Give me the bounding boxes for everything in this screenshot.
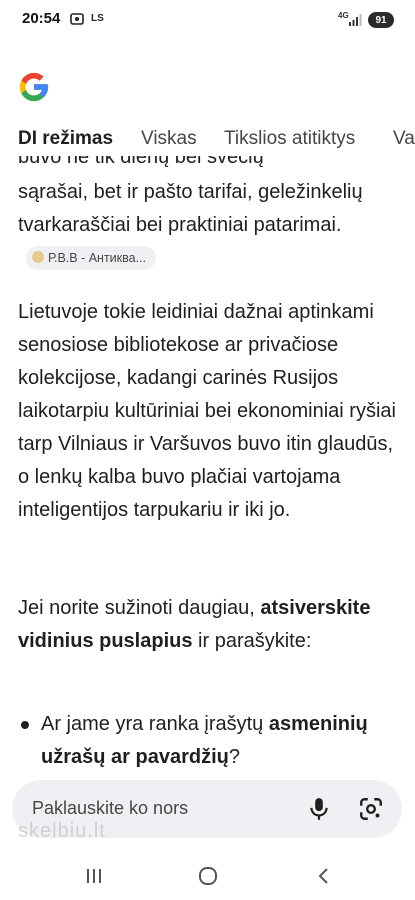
back-icon[interactable] [312, 864, 336, 888]
paragraph-3: Jei norite sužinoti daugiau, atsiverskit… [18, 592, 403, 658]
status-time: 20:54 [22, 10, 61, 27]
source-chip-label: Р.В.В - Антиква... [48, 251, 146, 265]
tab-viskas[interactable]: Viskas [141, 128, 197, 150]
tab-di-rezimas[interactable]: DI režimas [18, 128, 113, 150]
battery-level: 91 [375, 14, 387, 26]
paragraph-1-text: sąrašai, bet ir pašto tarifai, geležinke… [18, 181, 363, 236]
network-type: 4G [338, 11, 349, 20]
ai-answer-content: buvo ne tik dienų bei svečių sąrašai, be… [0, 156, 415, 776]
source-favicon-icon [32, 251, 44, 263]
search-input[interactable]: Paklauskite ko nors [32, 798, 188, 819]
status-bar: 20:54 LS 4G 91 [0, 0, 415, 38]
home-icon[interactable] [196, 864, 220, 888]
list-item-start: Ar jame yra ranka įrašytų [41, 713, 269, 735]
google-lens-icon[interactable] [358, 796, 384, 822]
status-ls: LS [91, 13, 104, 24]
battery-indicator: 91 [368, 12, 394, 28]
bullet-dot [21, 721, 29, 729]
watermark: skelbiu.lt [18, 820, 106, 842]
search-tabs: DI režimas Viskas Tikslios atitiktys Va [0, 124, 415, 154]
source-chip[interactable]: Р.В.В - Антиква... [26, 246, 156, 270]
microphone-icon[interactable] [306, 796, 332, 822]
paragraph-1: sąrašai, bet ir pašto tarifai, geležinke… [18, 176, 403, 275]
tab-tikslios-atitiktys[interactable]: Tikslios atitiktys [224, 128, 355, 150]
recent-apps-icon[interactable] [82, 864, 106, 888]
google-logo-icon[interactable] [17, 70, 51, 104]
screen-record-icon [70, 13, 84, 25]
list-item-text: Ar jame yra ranka įrašytų asmeninių užra… [41, 708, 415, 774]
paragraph-3-start: Jei norite sužinoti daugiau, [18, 597, 261, 619]
screen: 20:54 LS 4G 91 DI režimas Viskas Tikslio… [0, 0, 415, 900]
system-nav-bar [0, 852, 415, 900]
cut-off-text-line: buvo ne tik dienų bei svečių [18, 156, 264, 168]
list-item-end: ? [228, 746, 240, 768]
paragraph-3-end: ir parašykite: [192, 630, 312, 652]
signal-icon [349, 14, 362, 26]
tab-va[interactable]: Va [393, 128, 415, 150]
paragraph-2: Lietuvoje tokie leidiniai dažnai aptinka… [18, 301, 396, 521]
